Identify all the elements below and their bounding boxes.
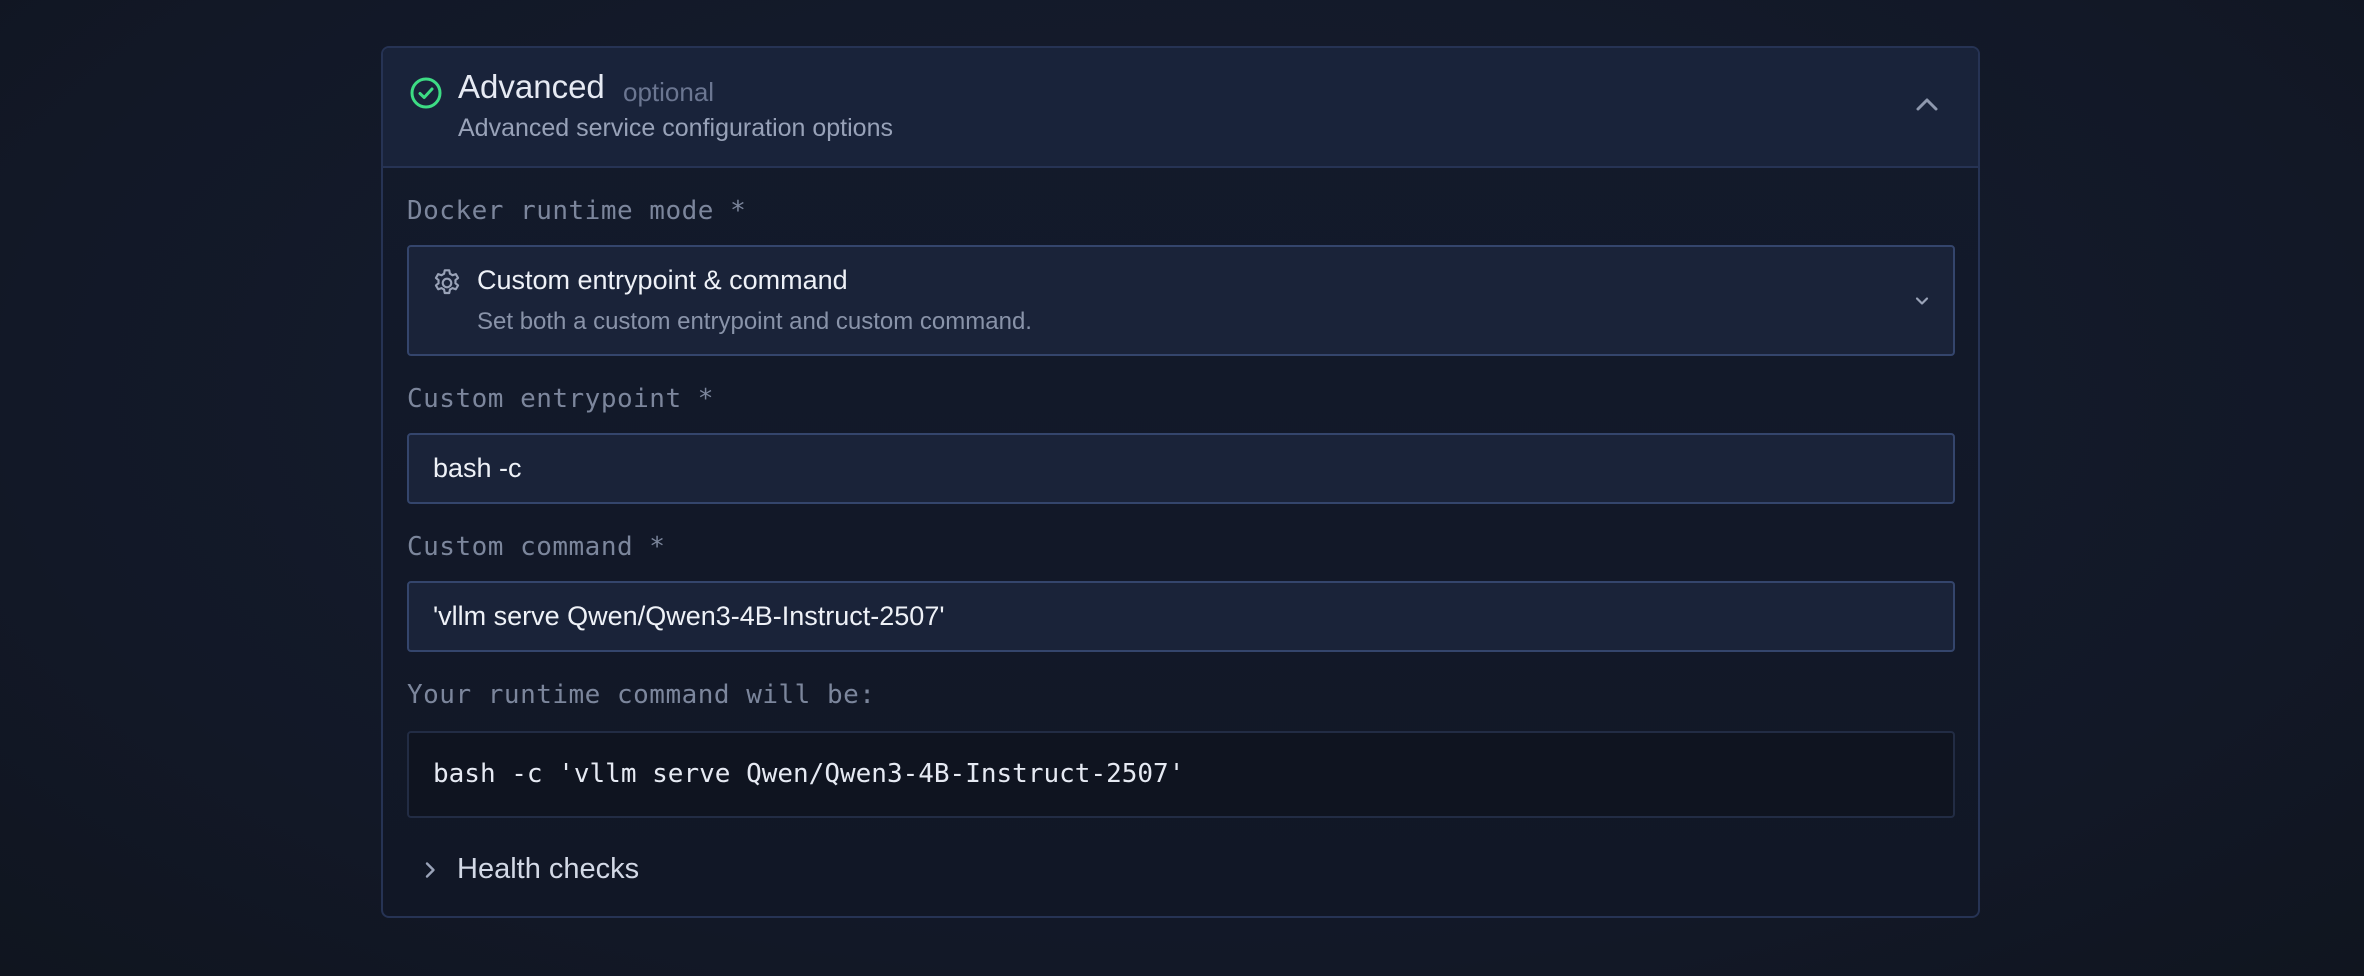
entrypoint-label: Custom entrypoint *	[407, 384, 714, 414]
health-checks-label: Health checks	[457, 853, 640, 885]
entrypoint-input[interactable]	[407, 433, 1955, 504]
section-title: Advanced	[458, 68, 605, 105]
runtime-mode-select[interactable]: Custom entrypoint & command Set both a c…	[407, 245, 1955, 356]
advanced-section-header[interactable]: Advanced optional Advanced service confi…	[383, 48, 1978, 168]
runtime-command-preview: bash -c 'vllm serve Qwen/Qwen3-4B-Instru…	[407, 731, 1955, 818]
command-label: Custom command *	[407, 532, 666, 562]
chevron-down-icon	[1915, 297, 1929, 305]
gear-icon	[434, 269, 460, 295]
health-checks-toggle[interactable]: Health checks	[419, 850, 819, 890]
advanced-section: Advanced optional Advanced service confi…	[381, 46, 1980, 918]
runtime-mode-selected-title: Custom entrypoint & command	[477, 265, 848, 295]
runtime-mode-selected-description: Set both a custom entrypoint and custom …	[477, 308, 1032, 335]
runtime-preview-label: Your runtime command will be:	[407, 680, 876, 710]
chevron-right-icon	[425, 862, 435, 878]
optional-tag: optional	[623, 77, 715, 107]
command-input[interactable]	[407, 581, 1955, 652]
chevron-up-icon[interactable]	[1912, 90, 1942, 120]
section-description: Advanced service configuration options	[458, 114, 893, 142]
runtime-mode-label: Docker runtime mode *	[407, 196, 747, 226]
runtime-command-text: bash -c 'vllm serve Qwen/Qwen3-4B-Instru…	[433, 759, 1185, 789]
check-circle-icon	[410, 77, 442, 109]
